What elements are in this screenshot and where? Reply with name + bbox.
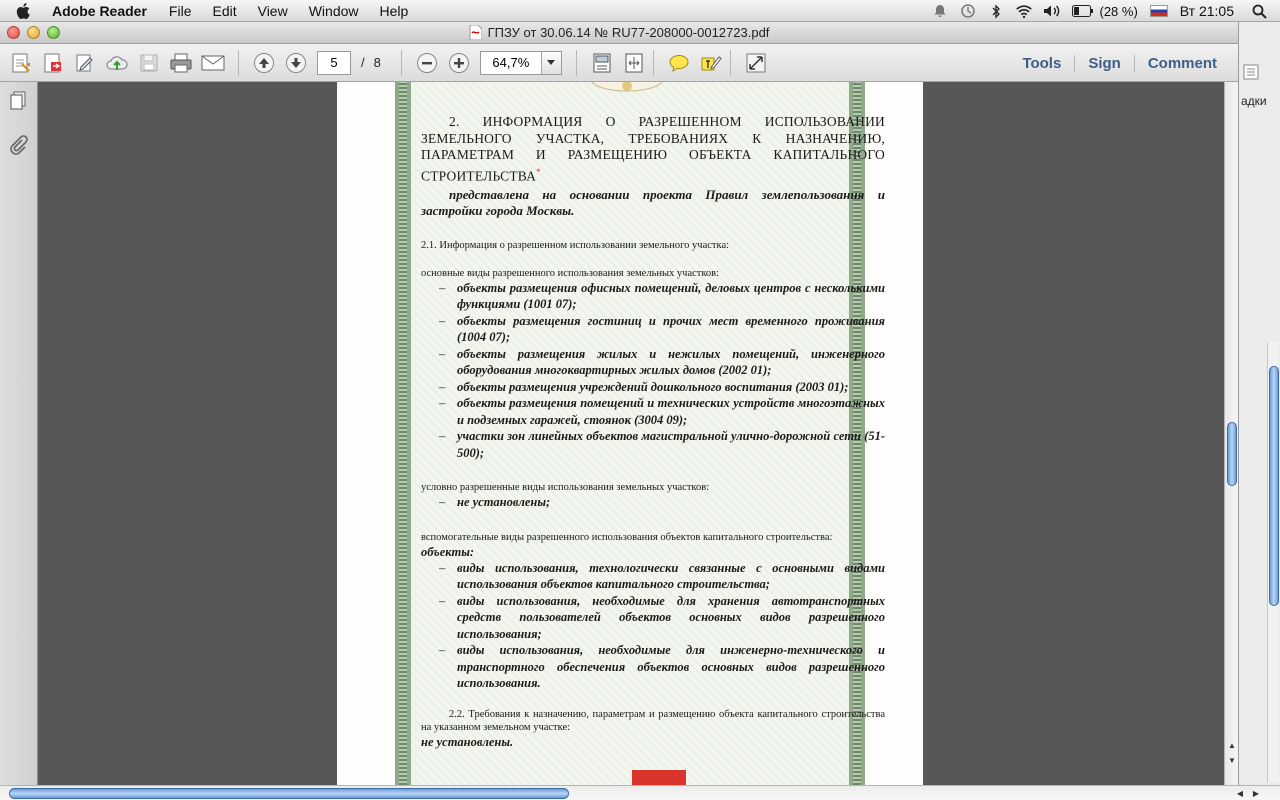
list-item: не установлены; — [421, 494, 885, 511]
list-item: участки зон линейных объектов магистраль… — [421, 428, 885, 461]
section-title: 2. ИНФОРМАЦИЯ О РАЗРЕШЕННОМ ИСПОЛЬЗОВАНИ… — [421, 114, 885, 183]
menu-app-name[interactable]: Adobe Reader — [52, 3, 147, 19]
page-content: 2. ИНФОРМАЦИЯ О РАЗРЕШЕННОМ ИСПОЛЬЗОВАНИ… — [421, 114, 885, 750]
footnote-asterisk: * — [536, 166, 541, 177]
scroll-up-arrow-icon[interactable]: ▲ — [1225, 738, 1239, 752]
sticky-note-button[interactable] — [666, 50, 692, 76]
menubar: Adobe Reader File Edit View Window Help … — [0, 0, 1280, 22]
print-button[interactable] — [168, 50, 194, 76]
scroll-down-arrow-icon[interactable]: ▼ — [1225, 753, 1239, 767]
window-titlebar: ГПЗУ от 30.06.14 № RU77-208000-0012723.p… — [0, 22, 1238, 44]
attachments-icon[interactable] — [7, 134, 29, 156]
list-label: основные виды разрешенного использования… — [421, 267, 720, 279]
main-uses-list: объекты размещения офисных помещений, де… — [421, 280, 885, 462]
background-window-tab[interactable]: адки — [1241, 94, 1267, 108]
toolbar-divider — [238, 49, 239, 76]
scroll-left-arrow-icon[interactable]: ◀ — [1232, 786, 1248, 800]
menu-edit[interactable]: Edit — [212, 3, 236, 19]
fit-width-button[interactable] — [621, 50, 647, 76]
list-label: условно разрешенные виды использования з… — [421, 482, 710, 493]
upload-cloud-button[interactable] — [104, 50, 130, 76]
chevron-down-icon[interactable] — [540, 51, 561, 74]
list-icon[interactable] — [1243, 64, 1259, 80]
list-item: объекты размещения офисных помещений, де… — [421, 280, 885, 313]
page-number-input[interactable]: 5 — [317, 50, 351, 75]
battery-icon[interactable] — [1071, 3, 1095, 19]
basis-note: представлена на основании проекта Правил… — [421, 186, 885, 218]
volume-icon[interactable] — [1043, 3, 1061, 19]
menu-window[interactable]: Window — [309, 3, 359, 19]
comment-pane-button[interactable]: Comment — [1133, 54, 1230, 72]
scroll-right-arrow-icon[interactable]: ▶ — [1248, 786, 1264, 800]
fit-page-button[interactable] — [589, 50, 615, 76]
auxiliary-uses-list: виды использования, технологически связа… — [421, 560, 885, 692]
menu-file[interactable]: File — [169, 3, 192, 19]
toolbar-divider — [575, 49, 577, 76]
input-language-flag-icon[interactable] — [1149, 5, 1168, 17]
toolbar-divider — [400, 49, 402, 76]
horizontal-scrollbar-thumb[interactable] — [9, 788, 569, 799]
list-item: объекты размещения жилых и нежилых помещ… — [421, 346, 885, 379]
main-toolbar: 5 / 8 64,7% Tools Sign Comment — [0, 44, 1238, 82]
background-window-scrollbar[interactable] — [1267, 342, 1279, 782]
save-button[interactable] — [136, 50, 162, 76]
list-label: вспомогательные виды разрешенного исполь… — [421, 531, 833, 543]
time-machine-icon[interactable] — [959, 3, 977, 19]
subsection-heading: 2.2. Требования к назначению, параметрам… — [421, 708, 885, 733]
pdf-file-icon — [469, 25, 482, 40]
full-screen-button[interactable] — [743, 50, 769, 76]
battery-percent[interactable]: (28 %) — [1099, 4, 1137, 19]
page-thumbnails-icon[interactable] — [7, 90, 29, 112]
previous-page-button[interactable] — [251, 50, 277, 76]
horizontal-scrollbar[interactable]: ◀ ▶ — [0, 785, 1280, 800]
menubar-status-area: (28 %) Вт 21:05 — [931, 0, 1280, 22]
list-item: объекты размещения учреждений дошкольног… — [421, 379, 885, 396]
document-viewport[interactable]: 2. ИНФОРМАЦИЯ О РАЗРЕШЕННОМ ИСПОЛЬЗОВАНИ… — [38, 82, 1224, 785]
window-title: ГПЗУ от 30.06.14 № RU77-208000-0012723.p… — [0, 25, 1238, 40]
apple-icon[interactable] — [14, 1, 34, 21]
navigation-pane — [0, 82, 38, 785]
toolbar-divider — [652, 49, 654, 76]
list-item: объекты размещения гостиниц и прочих мес… — [421, 313, 885, 346]
background-window[interactable]: адки — [1238, 22, 1280, 785]
list-item: объекты размещения помещений и техническ… — [421, 395, 885, 428]
zoom-level-select[interactable]: 64,7% — [479, 50, 562, 75]
highlight-text-button[interactable] — [698, 50, 724, 76]
objects-label: объекты: — [421, 544, 475, 559]
menu-view[interactable]: View — [258, 3, 288, 19]
export-pdf-button[interactable] — [40, 50, 66, 76]
menubar-clock[interactable]: Вт 21:05 — [1180, 3, 1234, 19]
zoom-out-button[interactable] — [414, 50, 440, 76]
zoom-in-button[interactable] — [446, 50, 472, 76]
bluetooth-icon[interactable] — [987, 3, 1005, 19]
vertical-scrollbar[interactable]: ▲ ▼ — [1224, 82, 1238, 785]
list-item: виды использования, технологически связа… — [421, 560, 885, 593]
toolbar-divider — [729, 49, 731, 76]
page-separator: / — [361, 55, 365, 70]
list-item: виды использования, необходимые для инже… — [421, 642, 885, 692]
wifi-icon[interactable] — [1015, 3, 1033, 19]
subsection-value: не установлены. — [421, 734, 514, 749]
zoom-level-value[interactable]: 64,7% — [481, 52, 541, 74]
conditional-uses-list: не установлены; — [421, 494, 885, 511]
moscow-emblem-icon — [632, 770, 686, 785]
vertical-scrollbar-thumb[interactable] — [1227, 422, 1237, 486]
edit-pdf-button[interactable] — [72, 50, 98, 76]
next-page-button[interactable] — [283, 50, 309, 76]
spotlight-search-icon[interactable] — [1250, 3, 1268, 19]
tools-pane-button[interactable]: Tools — [1009, 55, 1074, 72]
menu-help[interactable]: Help — [380, 3, 409, 19]
background-window-scrollbar-thumb[interactable] — [1269, 366, 1279, 606]
page-total: 8 — [373, 55, 381, 70]
subsection-heading: 2.1. Информация о разрешенном использова… — [421, 239, 730, 251]
window-title-text: ГПЗУ от 30.06.14 № RU77-208000-0012723.p… — [487, 25, 770, 40]
create-pdf-button[interactable] — [8, 50, 34, 76]
pdf-page: 2. ИНФОРМАЦИЯ О РАЗРЕШЕННОМ ИСПОЛЬЗОВАНИ… — [337, 82, 923, 785]
sign-pane-button[interactable]: Sign — [1074, 54, 1134, 72]
email-button[interactable] — [200, 50, 226, 76]
list-item: виды использования, необходимые для хран… — [421, 593, 885, 643]
coat-of-arms-icon — [591, 82, 663, 92]
notification-icon[interactable] — [931, 3, 949, 19]
toolbar-pane-links: Tools Sign Comment — [1009, 44, 1230, 82]
